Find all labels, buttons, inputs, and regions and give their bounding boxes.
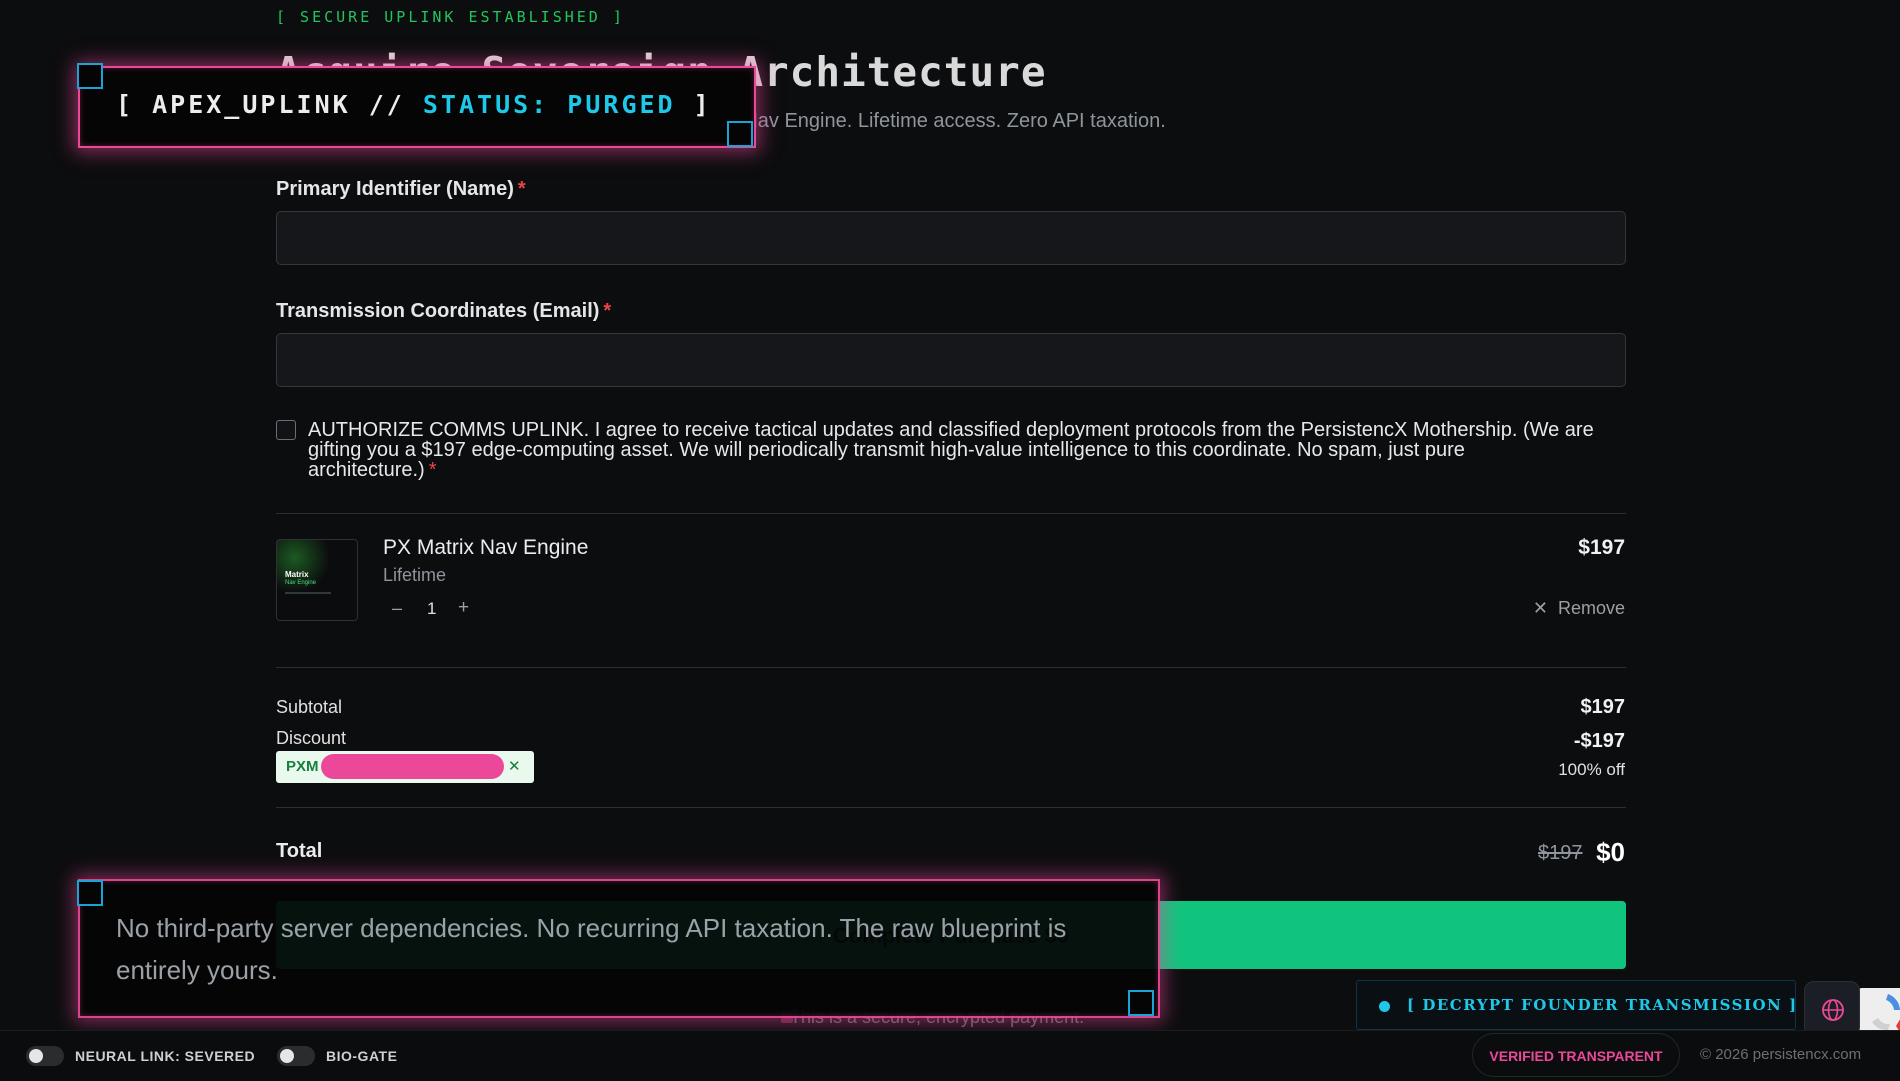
apex-suffix: ] xyxy=(675,90,712,119)
total-original-price: $197 xyxy=(1538,842,1583,864)
total-label: Total xyxy=(276,840,323,862)
copyright: © 2026 persistencx.com xyxy=(1700,1046,1862,1063)
coupon-badge: PXM ✕ xyxy=(276,751,534,783)
email-label: Transmission Coordinates (Email) * xyxy=(276,300,611,323)
email-label-text: Transmission Coordinates (Email) xyxy=(276,300,600,322)
subtotal-value: $197 xyxy=(1580,696,1626,718)
apex-uplink-text: [ APEX_UPLINK // STATUS: PURGED ] xyxy=(116,90,712,119)
quantity-increase-button[interactable]: + xyxy=(458,597,469,619)
consent-checkbox[interactable] xyxy=(276,420,296,440)
name-input[interactable] xyxy=(276,211,1626,265)
uplink-status: [ SECURE UPLINK ESTABLISHED ] xyxy=(276,8,625,26)
corner-marker xyxy=(727,121,753,147)
thumb-title: Matrix xyxy=(285,570,309,579)
total-price: $0 xyxy=(1596,837,1625,867)
product-plan: Lifetime xyxy=(383,565,447,585)
blueprint-text: No third-party server dependencies. No r… xyxy=(116,913,1067,985)
verified-transparent-badge[interactable]: VERIFIED TRANSPARENT xyxy=(1472,1033,1680,1077)
recaptcha-icon[interactable] xyxy=(1858,988,1900,1036)
product-name: PX Matrix Nav Engine xyxy=(383,536,589,559)
verified-label: VERIFIED TRANSPARENT xyxy=(1489,1048,1663,1064)
divider xyxy=(276,513,1626,514)
globe-icon xyxy=(1822,999,1844,1021)
neural-link-toggle[interactable] xyxy=(26,1046,64,1066)
neural-link-label: NEURAL LINK: SEVERED xyxy=(75,1048,256,1064)
coupon-code: PXM xyxy=(286,758,319,775)
required-mark: * xyxy=(428,459,437,481)
consent-text: AUTHORIZE COMMS UPLINK. I agree to recei… xyxy=(308,419,1594,481)
quantity-decrease-button[interactable]: – xyxy=(392,598,402,619)
coupon-remove-button[interactable]: ✕ xyxy=(508,757,521,775)
divider xyxy=(276,667,1626,668)
toggle-knob xyxy=(280,1049,294,1063)
divider xyxy=(276,807,1626,808)
coupon-redaction xyxy=(321,754,504,779)
close-icon: ✕ xyxy=(1532,598,1548,618)
discount-value: -$197 xyxy=(1573,730,1625,752)
bio-gate-label: BIO-GATE xyxy=(326,1048,398,1064)
required-mark: * xyxy=(603,300,612,322)
discount-percent: 100% off xyxy=(1558,760,1625,779)
subtotal-label: Subtotal xyxy=(276,697,343,717)
status-dot xyxy=(1379,1001,1390,1012)
bio-gate-toggle[interactable] xyxy=(277,1046,315,1066)
apex-status: STATUS: PURGED xyxy=(422,90,676,119)
remove-label: Remove xyxy=(1557,598,1625,618)
corner-marker xyxy=(77,880,103,906)
consent-label: AUTHORIZE COMMS UPLINK. I agree to recei… xyxy=(308,420,1598,480)
product-price: $197 xyxy=(1578,536,1625,559)
apex-prefix: [ APEX_UPLINK // xyxy=(116,90,423,119)
discount-label: Discount xyxy=(276,728,347,748)
decrypt-label: [ DECRYPT FOUNDER TRANSMISSION ] xyxy=(1407,996,1798,1014)
product-thumbnail: Matrix Nav Engine xyxy=(276,539,358,621)
toggle-knob xyxy=(29,1049,43,1063)
recaptcha-shape xyxy=(1872,994,1900,1032)
decrypt-founder-button[interactable]: [ DECRYPT FOUNDER TRANSMISSION ] xyxy=(1356,980,1796,1030)
quantity-value: 1 xyxy=(427,599,437,618)
corner-marker xyxy=(1128,990,1154,1016)
required-mark: * xyxy=(517,178,526,200)
email-input[interactable] xyxy=(276,333,1626,387)
thumb-subtitle: Nav Engine xyxy=(285,580,317,586)
name-label-text: Primary Identifier (Name) xyxy=(276,178,514,200)
corner-marker xyxy=(77,63,103,89)
thumb-decoration xyxy=(285,592,331,594)
remove-item-button[interactable]: ✕ Remove xyxy=(1533,598,1625,619)
language-button[interactable] xyxy=(1804,981,1860,1037)
name-label: Primary Identifier (Name) * xyxy=(276,178,526,201)
